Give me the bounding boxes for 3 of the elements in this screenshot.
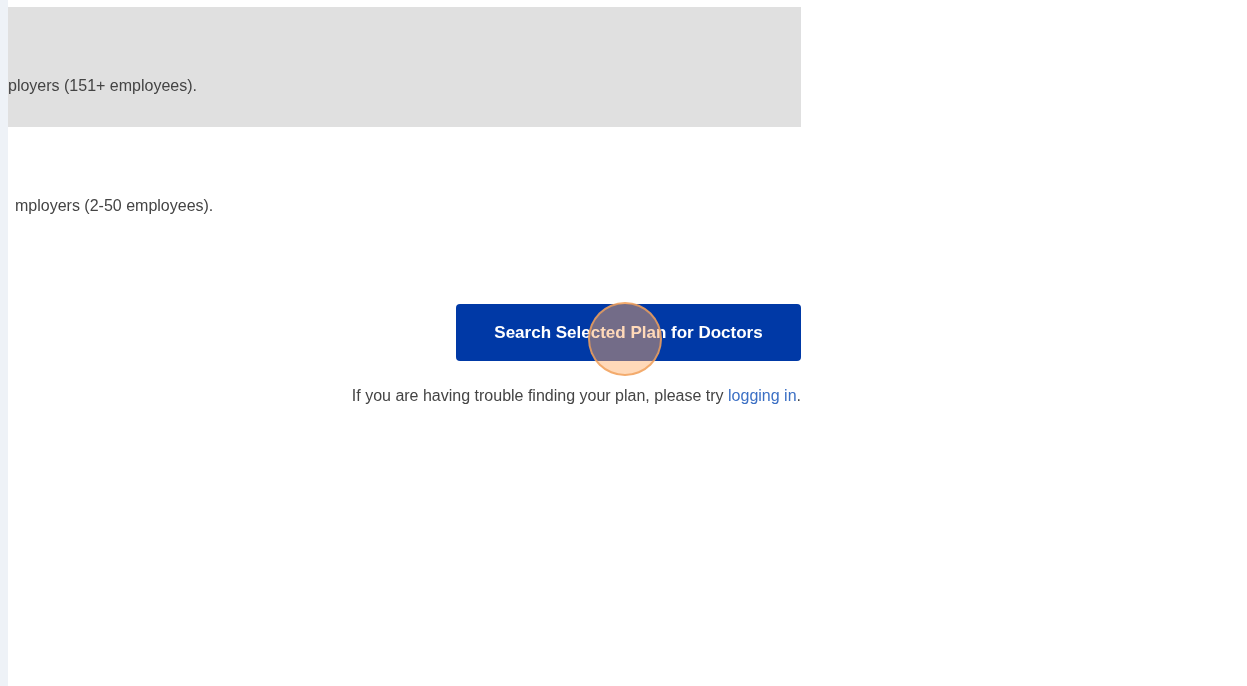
help-text: If you are having trouble finding your plan, please try logging in. [351,387,801,405]
plan-option[interactable]: ployers (151+ employees). [8,7,801,127]
login-link[interactable]: logging in [728,387,797,404]
